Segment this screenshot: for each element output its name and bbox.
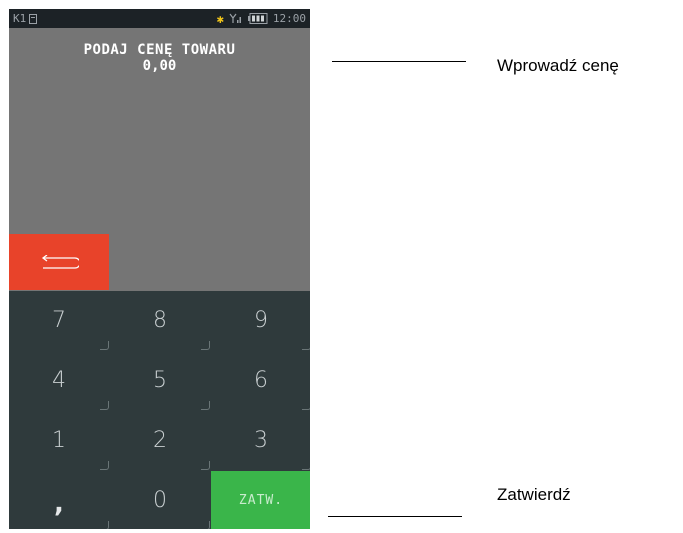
key-8[interactable]: 8 xyxy=(110,291,210,350)
price-prompt: PODAJ CENĘ TOWARU xyxy=(83,42,236,58)
pos-terminal-screen: K1 ✱ 12:00 PODAJ CENĘ TOWARU 0,00 7 8 9 … xyxy=(9,9,310,529)
battery-icon xyxy=(247,13,268,24)
signal-icon xyxy=(229,13,243,24)
key-6[interactable]: 6 xyxy=(211,351,310,410)
bluetooth-icon: ✱ xyxy=(216,11,224,26)
key-4[interactable]: 4 xyxy=(9,351,109,410)
printer-icon xyxy=(29,13,38,24)
numeric-keypad: 7 8 9 4 5 6 1 2 3 , 0 ZATW. xyxy=(9,291,310,529)
key-1[interactable]: 1 xyxy=(9,411,109,470)
back-arrow-icon xyxy=(41,255,79,269)
key-5[interactable]: 5 xyxy=(110,351,210,410)
key-0[interactable]: 0 xyxy=(110,471,210,529)
callout-line-price xyxy=(332,61,466,62)
key-comma[interactable]: , xyxy=(9,471,109,529)
status-time: 12:00 xyxy=(272,12,306,25)
price-value: 0,00 xyxy=(142,58,177,74)
callout-confirm: Zatwierdź xyxy=(497,485,571,504)
back-button[interactable] xyxy=(9,234,109,290)
confirm-button[interactable]: ZATW. xyxy=(211,471,310,529)
callout-line-confirm xyxy=(328,516,462,517)
key-2[interactable]: 2 xyxy=(110,411,210,470)
status-bar: K1 ✱ 12:00 xyxy=(9,9,310,28)
status-left: K1 xyxy=(13,12,38,25)
register-label: K1 xyxy=(13,12,27,25)
key-7[interactable]: 7 xyxy=(9,291,109,350)
key-3[interactable]: 3 xyxy=(211,411,310,470)
status-right: ✱ 12:00 xyxy=(217,12,306,25)
callout-price-entry: Wprowadź cenę xyxy=(497,56,619,75)
key-9[interactable]: 9 xyxy=(211,291,310,350)
